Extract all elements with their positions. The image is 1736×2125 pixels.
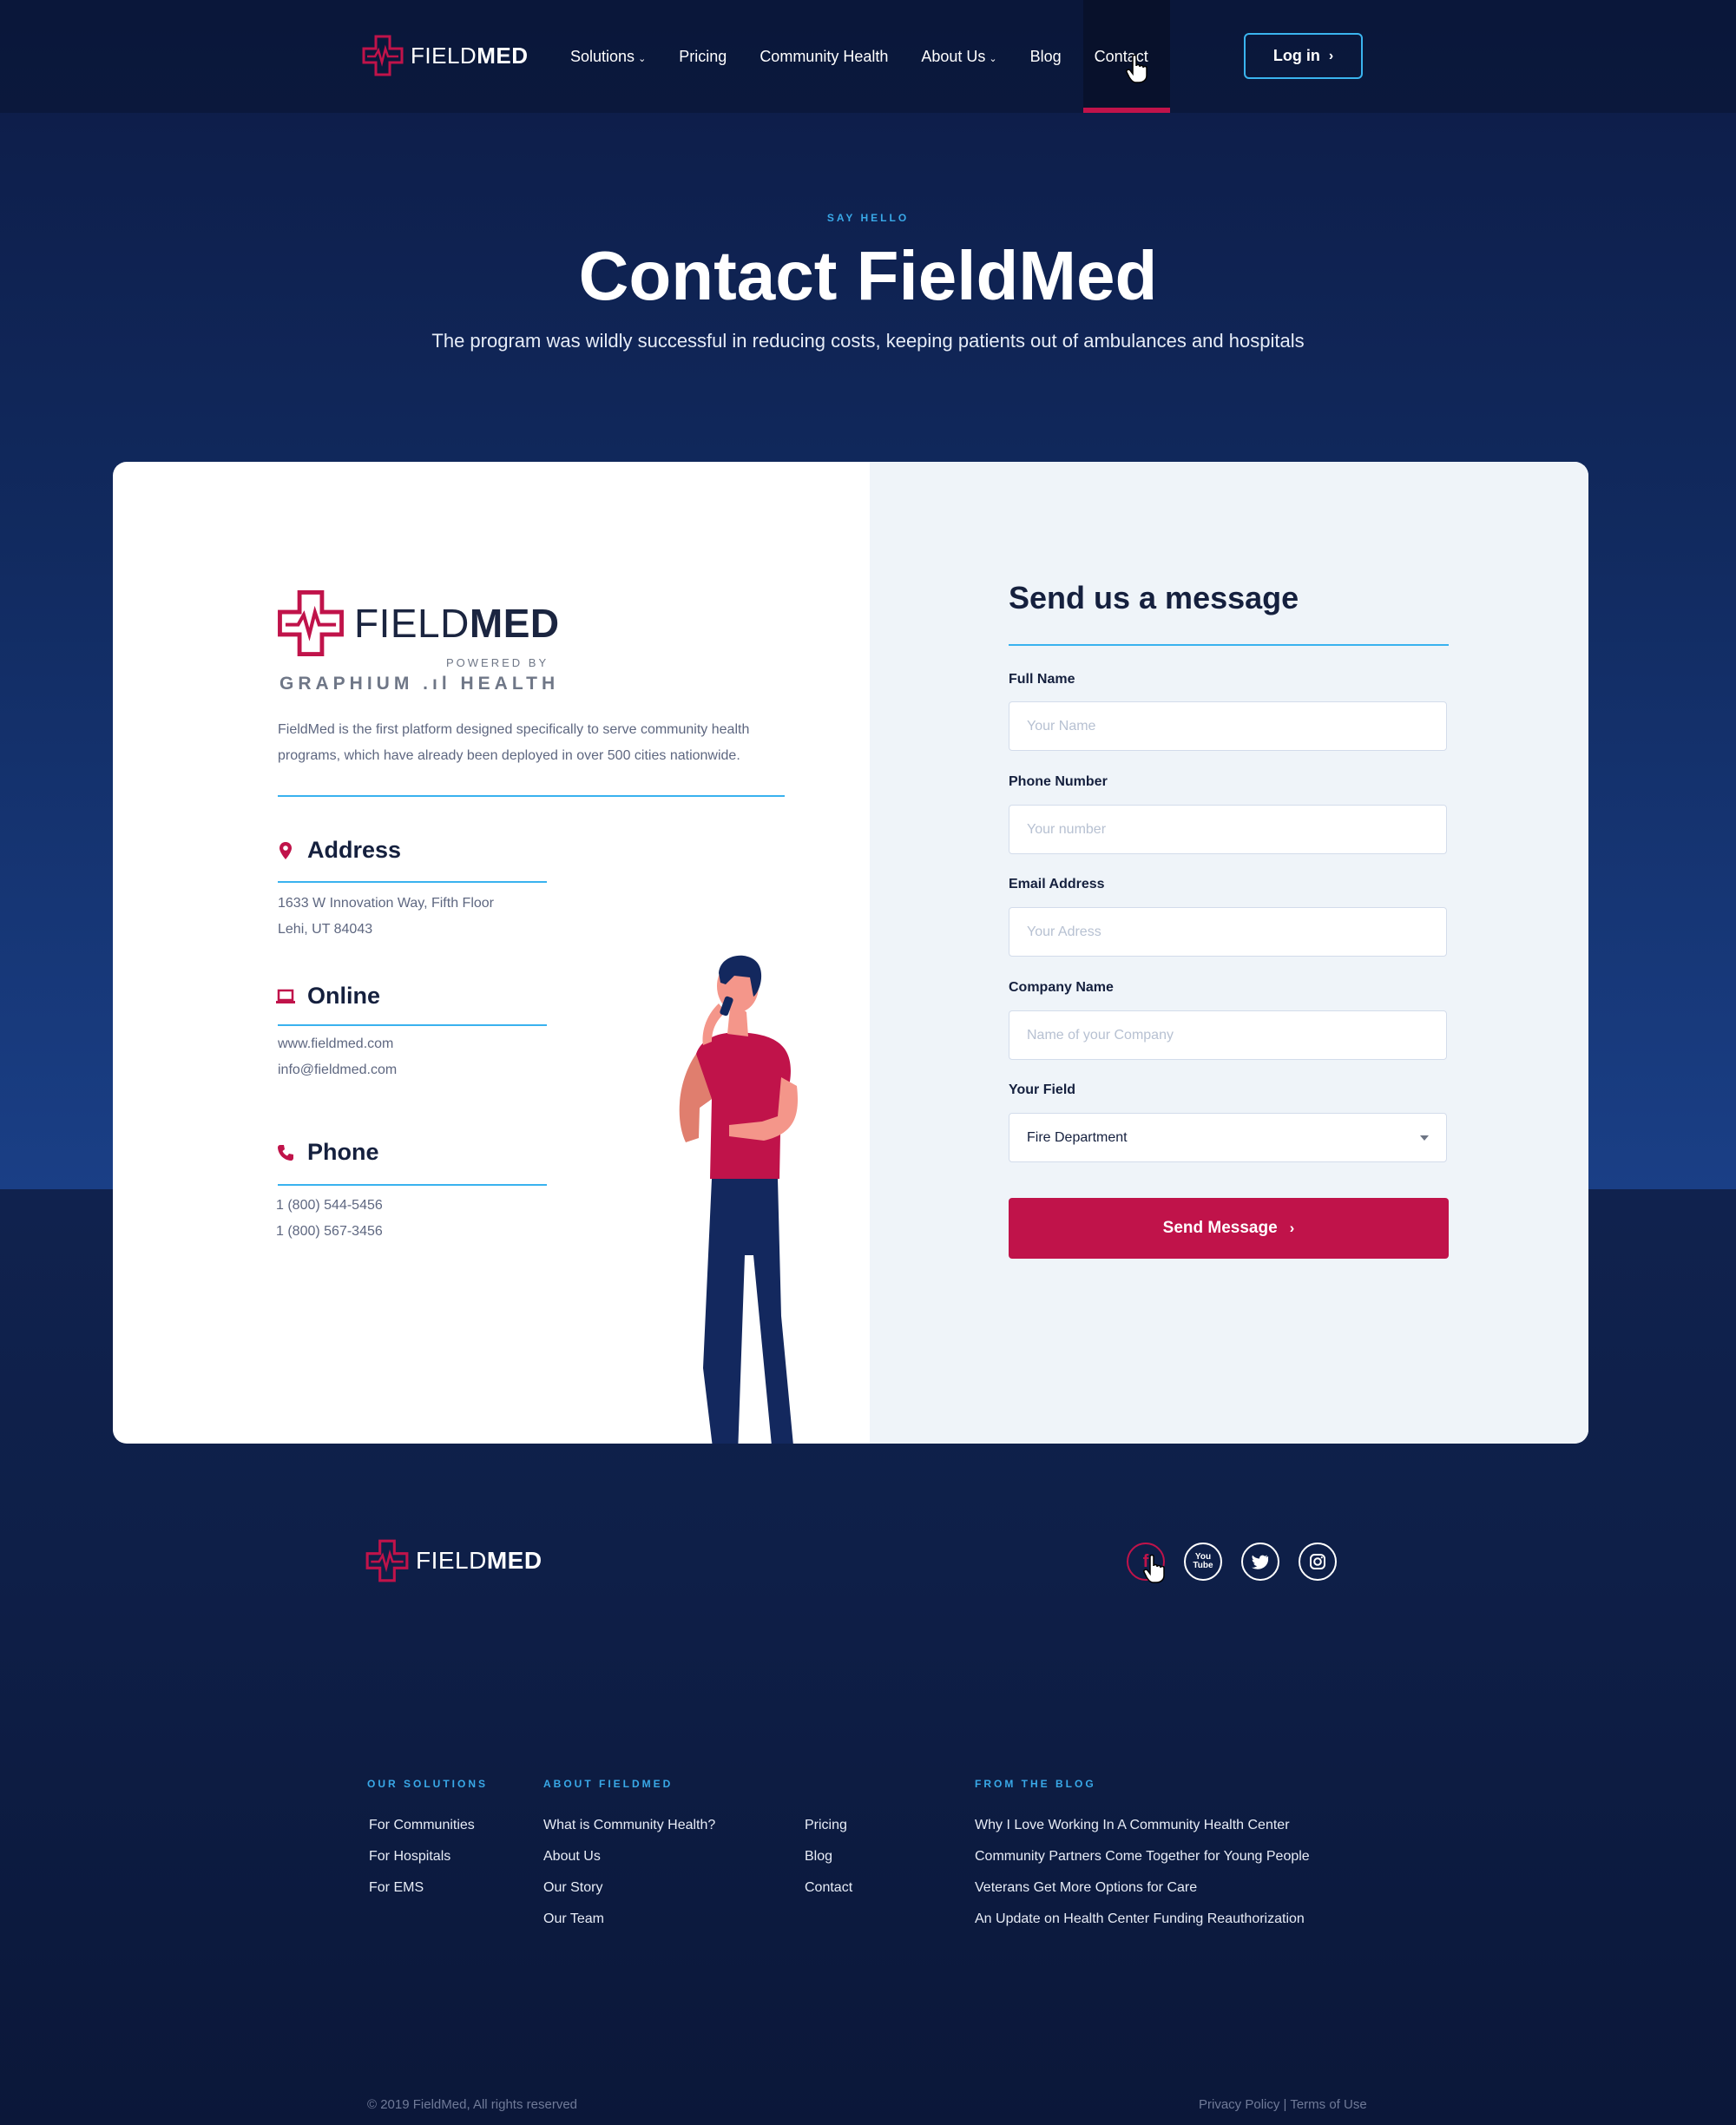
footer-link[interactable]: For Communities bbox=[369, 1818, 475, 1833]
phone-number-input[interactable] bbox=[1009, 805, 1447, 854]
blog-post-link[interactable]: Why I Love Working In A Community Health… bbox=[975, 1818, 1290, 1833]
nav-item-pricing[interactable]: Pricing bbox=[679, 48, 727, 66]
footer-heading-about: ABOUT FIELDMED bbox=[543, 1778, 674, 1790]
blog-post-link[interactable]: Community Partners Come Together for You… bbox=[975, 1849, 1310, 1865]
graphium-health-logo: GRAPHIUM .ıl HEALTH bbox=[279, 674, 560, 694]
divider bbox=[278, 1024, 547, 1026]
full-name-input[interactable] bbox=[1009, 701, 1447, 751]
form-title: Send us a message bbox=[1009, 580, 1299, 615]
youtube-icon[interactable]: You Tube bbox=[1184, 1543, 1222, 1581]
footer-link[interactable]: About Us bbox=[543, 1849, 601, 1865]
footer-logo[interactable]: FIELDMED bbox=[364, 1537, 542, 1584]
caret-down-icon bbox=[1420, 1135, 1429, 1141]
medical-cross-logo-icon bbox=[278, 590, 344, 656]
company-name-input[interactable] bbox=[1009, 1010, 1447, 1060]
instagram-icon[interactable] bbox=[1299, 1543, 1337, 1581]
your-field-select[interactable]: Fire Department bbox=[1009, 1113, 1447, 1162]
footer-link[interactable]: Contact bbox=[805, 1880, 852, 1896]
footer-link[interactable]: Blog bbox=[805, 1849, 832, 1865]
map-pin-icon bbox=[274, 839, 297, 862]
email-address-input[interactable] bbox=[1009, 907, 1447, 957]
chevron-down-icon: ⌄ bbox=[989, 53, 997, 64]
header-logo[interactable]: FIELDMED bbox=[360, 33, 528, 78]
website-link[interactable]: www.fieldmed.com bbox=[278, 1036, 393, 1052]
nav-menu: Solutions ⌄ Pricing Community Health Abou… bbox=[570, 0, 1181, 113]
medical-cross-logo-icon bbox=[362, 35, 404, 76]
powered-by-label: POWERED BY bbox=[446, 656, 549, 669]
hand-cursor-icon bbox=[1126, 54, 1147, 83]
footer-link[interactable]: Our Team bbox=[543, 1911, 604, 1927]
company-name-label: Company Name bbox=[1009, 980, 1114, 995]
blog-post-link[interactable]: Veterans Get More Options for Care bbox=[975, 1880, 1197, 1896]
phone-number-1[interactable]: 1 (800) 544-5456 bbox=[276, 1198, 383, 1214]
laptop-icon bbox=[274, 985, 297, 1008]
legal-links: Privacy Policy | Terms of Use bbox=[1199, 2097, 1367, 2112]
footer-heading-solutions: OUR SOLUTIONS bbox=[367, 1778, 489, 1790]
twitter-icon[interactable] bbox=[1241, 1543, 1279, 1581]
divider bbox=[1009, 644, 1449, 646]
full-name-label: Full Name bbox=[1009, 672, 1075, 687]
address-line-2: Lehi, UT 84043 bbox=[278, 922, 373, 937]
nav-item-blog[interactable]: Blog bbox=[1030, 48, 1062, 66]
footer-link[interactable]: What is Community Health? bbox=[543, 1818, 715, 1833]
phone-number-2[interactable]: 1 (800) 567-3456 bbox=[276, 1224, 383, 1240]
footer-heading-blog: FROM THE BLOG bbox=[975, 1778, 1096, 1790]
email-link[interactable]: info@fieldmed.com bbox=[278, 1062, 397, 1078]
contact-card: FIELDMED POWERED BY GRAPHIUM .ıl HEALTH … bbox=[113, 462, 1588, 1444]
divider bbox=[278, 1184, 547, 1186]
copyright-text: © 2019 FieldMed, All rights reserved bbox=[367, 2097, 577, 2112]
nav-item-community-health[interactable]: Community Health bbox=[760, 48, 888, 66]
fieldmed-brand-logo: FIELDMED POWERED BY GRAPHIUM .ıl HEALTH bbox=[274, 587, 560, 694]
nav-item-about-us[interactable]: About Us ⌄ bbox=[921, 48, 996, 66]
phone-heading: Phone bbox=[274, 1139, 379, 1166]
address-line-1: 1633 W Innovation Way, Fifth Floor bbox=[278, 896, 494, 911]
send-message-button[interactable]: Send Message › bbox=[1009, 1198, 1449, 1259]
email-address-label: Email Address bbox=[1009, 877, 1105, 891]
online-heading: Online bbox=[274, 983, 380, 1010]
login-button[interactable]: Log in › bbox=[1244, 33, 1363, 79]
address-heading: Address bbox=[274, 837, 401, 864]
blog-post-link[interactable]: An Update on Health Center Funding Reaut… bbox=[975, 1911, 1305, 1927]
top-navigation: FIELDMED Solutions ⌄ Pricing Community He… bbox=[0, 0, 1736, 113]
logo-wordmark: FIELDMED bbox=[411, 42, 529, 69]
phone-number-label: Phone Number bbox=[1009, 774, 1108, 789]
brand-wordmark: FIELDMED bbox=[354, 601, 560, 646]
footer-link[interactable]: For EMS bbox=[369, 1880, 424, 1896]
hero-eyebrow: SAY HELLO bbox=[826, 212, 910, 224]
nav-item-solutions[interactable]: Solutions ⌄ bbox=[570, 48, 646, 66]
chevron-right-icon: › bbox=[1289, 1220, 1295, 1236]
hero-subtitle: The program was wildly successful in red… bbox=[431, 330, 1305, 352]
legal-separator: | bbox=[1283, 2097, 1287, 2112]
chevron-right-icon: › bbox=[1328, 48, 1334, 63]
phone-icon bbox=[274, 1141, 297, 1164]
chevron-down-icon: ⌄ bbox=[638, 53, 647, 64]
divider bbox=[278, 881, 547, 883]
person-on-phone-illustration bbox=[679, 955, 799, 1444]
your-field-value: Fire Department bbox=[1027, 1129, 1128, 1145]
footer-link[interactable]: For Hospitals bbox=[369, 1849, 450, 1865]
divider bbox=[278, 795, 785, 797]
your-field-label: Your Field bbox=[1009, 1082, 1076, 1097]
medical-cross-logo-icon bbox=[365, 1539, 409, 1582]
logo-wordmark: FIELDMED bbox=[416, 1547, 542, 1574]
hand-cursor-icon bbox=[1143, 1554, 1165, 1583]
company-description: FieldMed is the first platform designed … bbox=[278, 722, 750, 763]
privacy-policy-link[interactable]: Privacy Policy bbox=[1199, 2097, 1279, 2112]
footer-link[interactable]: Our Story bbox=[543, 1880, 602, 1896]
terms-of-use-link[interactable]: Terms of Use bbox=[1290, 2097, 1366, 2112]
page-title: Contact FieldMed bbox=[578, 237, 1158, 314]
footer-link[interactable]: Pricing bbox=[805, 1818, 847, 1833]
